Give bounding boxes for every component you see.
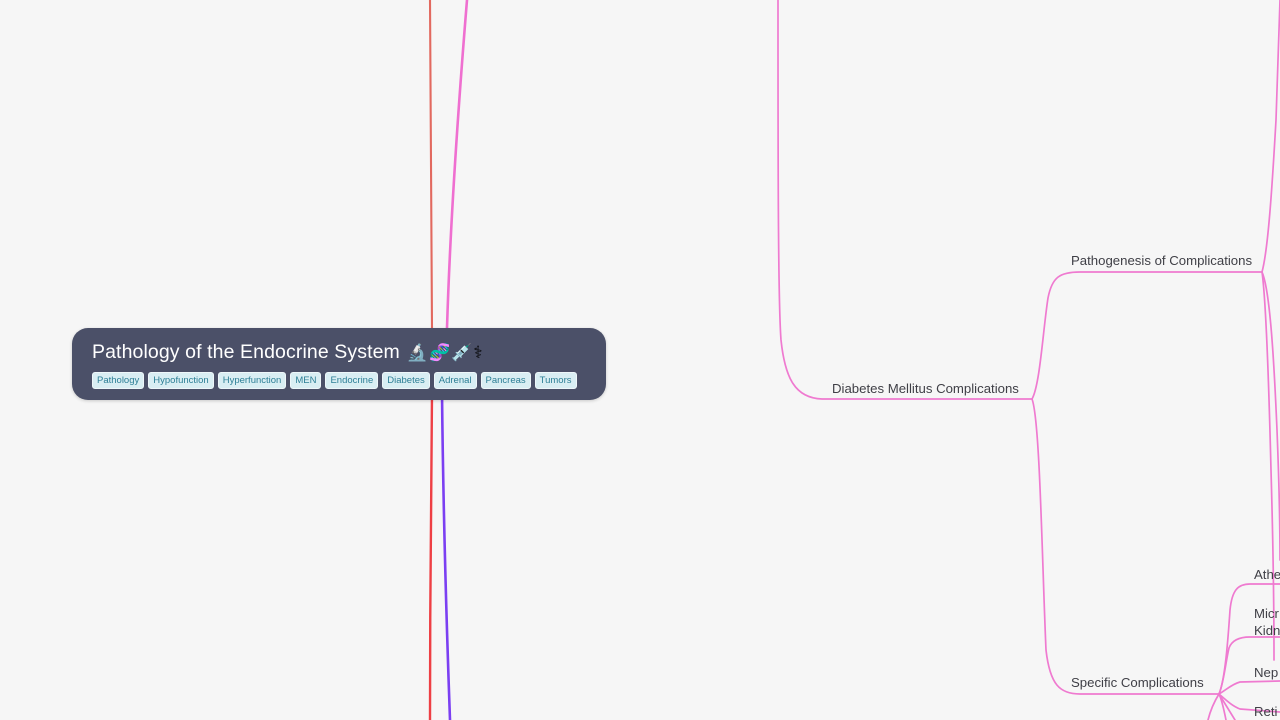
root-node[interactable]: Pathology of the Endocrine System 🔬🧬💉⚕ P… xyxy=(72,328,606,400)
node-microvascular-kidney[interactable]: Micr Kidn xyxy=(1254,605,1280,639)
edge-red-down xyxy=(428,391,434,720)
edge-salmon-up xyxy=(428,0,434,330)
edge-diabetes-to-specific xyxy=(1031,398,1220,695)
node-retinopathy[interactable]: Reti xyxy=(1254,703,1277,720)
node-diabetes-mellitus-complications[interactable]: Diabetes Mellitus Complications xyxy=(832,380,1019,397)
tag-diabetes[interactable]: Diabetes xyxy=(382,372,430,389)
edge-pathogenesis-child-3 xyxy=(1261,271,1275,661)
tag-hyperfunction[interactable]: Hyperfunction xyxy=(217,372,287,389)
edge-pink-up xyxy=(445,0,469,330)
edge-diabetes-to-pathogenesis xyxy=(1031,271,1263,400)
node-atherosclerosis[interactable]: Athe xyxy=(1254,566,1280,583)
tag-pancreas[interactable]: Pancreas xyxy=(480,372,531,389)
edge-pathogenesis-child-1 xyxy=(1261,0,1280,273)
root-title-row: Pathology of the Endocrine System 🔬🧬💉⚕ xyxy=(92,340,588,365)
tag-pathology[interactable]: Pathology xyxy=(92,372,145,389)
edge-specific-child-extra-1 xyxy=(1218,693,1227,720)
edge-to-diabetes xyxy=(777,0,1033,400)
edge-purple-down xyxy=(440,391,452,720)
node-microvascular-line-1: Micr xyxy=(1254,606,1279,621)
node-specific-complications[interactable]: Specific Complications xyxy=(1071,674,1204,691)
tag-tumors[interactable]: Tumors xyxy=(534,372,577,389)
mindmap-canvas: Pathology of the Endocrine System 🔬🧬💉⚕ P… xyxy=(0,0,1280,720)
tag-adrenal[interactable]: Adrenal xyxy=(433,372,477,389)
tag-men[interactable]: MEN xyxy=(290,372,322,389)
root-title: Pathology of the Endocrine System xyxy=(92,341,400,363)
node-microvascular-line-2: Kidn xyxy=(1254,623,1280,638)
root-tag-list: Pathology Hypofunction Hyperfunction MEN… xyxy=(92,372,588,389)
tag-endocrine[interactable]: Endocrine xyxy=(325,372,379,389)
node-nephropathy[interactable]: Nep xyxy=(1254,664,1278,681)
edge-specific-child-extra-3 xyxy=(1207,693,1220,720)
medical-emoji-group: 🔬🧬💉⚕ xyxy=(406,343,484,362)
edge-specific-child-extra-2 xyxy=(1218,693,1236,720)
tag-hypofunction[interactable]: Hypofunction xyxy=(148,372,214,389)
node-pathogenesis-of-complications[interactable]: Pathogenesis of Complications xyxy=(1071,252,1252,269)
edge-pathogenesis-child-2 xyxy=(1261,271,1280,561)
edge-specific-child-nephro xyxy=(1218,680,1280,695)
